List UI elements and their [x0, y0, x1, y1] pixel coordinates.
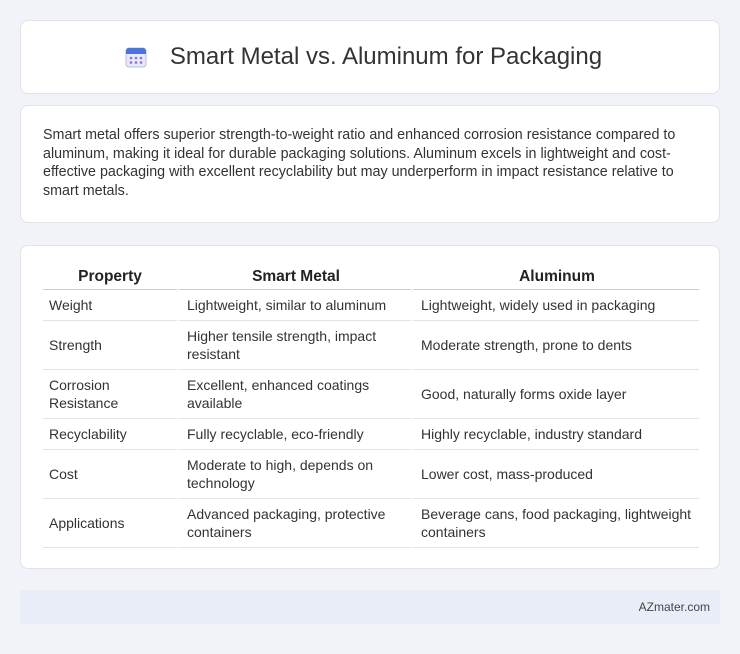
page-title: Smart Metal vs. Aluminum for Packaging	[169, 43, 603, 70]
summary-text: Smart metal offers superior strength-to-…	[43, 127, 676, 199]
table-cell-property: Corrosion Resistance	[43, 370, 177, 419]
footer-site-link[interactable]: AZmater.com	[639, 600, 710, 614]
table-cell-smart-metal: Higher tensile strength, impact resistan…	[177, 321, 411, 370]
table-row: Recyclability Fully recyclable, eco-frie…	[43, 419, 699, 450]
table-cell-property: Recyclability	[43, 419, 177, 450]
table-header-row: Property Smart Metal Aluminum	[43, 266, 699, 290]
table-row: Cost Moderate to high, depends on techno…	[43, 450, 699, 499]
table-cell-property: Weight	[43, 290, 177, 321]
table-cell-smart-metal: Advanced packaging, protective container…	[177, 499, 411, 548]
table-row: Weight Lightweight, similar to aluminum …	[43, 290, 699, 321]
comparison-table-card: Property Smart Metal Aluminum Weight Lig…	[20, 245, 720, 569]
table-cell-aluminum: Lightweight, widely used in packaging	[411, 290, 699, 321]
title-card: Smart Metal vs. Aluminum for Packaging	[20, 20, 720, 94]
footer: AZmater.com	[20, 590, 720, 624]
column-header-aluminum: Aluminum	[411, 266, 699, 290]
calendar-icon	[124, 45, 148, 69]
table-cell-aluminum: Good, naturally forms oxide layer	[411, 370, 699, 419]
column-header-property: Property	[43, 266, 177, 290]
table-cell-aluminum: Highly recyclable, industry standard	[411, 419, 699, 450]
column-header-smart-metal: Smart Metal	[177, 266, 411, 290]
table-cell-aluminum: Lower cost, mass-produced	[411, 450, 699, 499]
table-cell-smart-metal: Moderate to high, depends on technology	[177, 450, 411, 499]
table-row: Strength Higher tensile strength, impact…	[43, 321, 699, 370]
table-row: Applications Advanced packaging, protect…	[43, 499, 699, 548]
table-cell-smart-metal: Lightweight, similar to aluminum	[177, 290, 411, 321]
table-cell-property: Strength	[43, 321, 177, 370]
comparison-table: Property Smart Metal Aluminum Weight Lig…	[43, 266, 699, 548]
table-cell-aluminum: Beverage cans, food packaging, lightweig…	[411, 499, 699, 548]
table-cell-smart-metal: Excellent, enhanced coatings available	[177, 370, 411, 419]
table-row: Corrosion Resistance Excellent, enhanced…	[43, 370, 699, 419]
table-cell-aluminum: Moderate strength, prone to dents	[411, 321, 699, 370]
table-cell-property: Applications	[43, 499, 177, 548]
table-cell-smart-metal: Fully recyclable, eco-friendly	[177, 419, 411, 450]
summary-card: Smart metal offers superior strength-to-…	[20, 105, 720, 223]
table-cell-property: Cost	[43, 450, 177, 499]
